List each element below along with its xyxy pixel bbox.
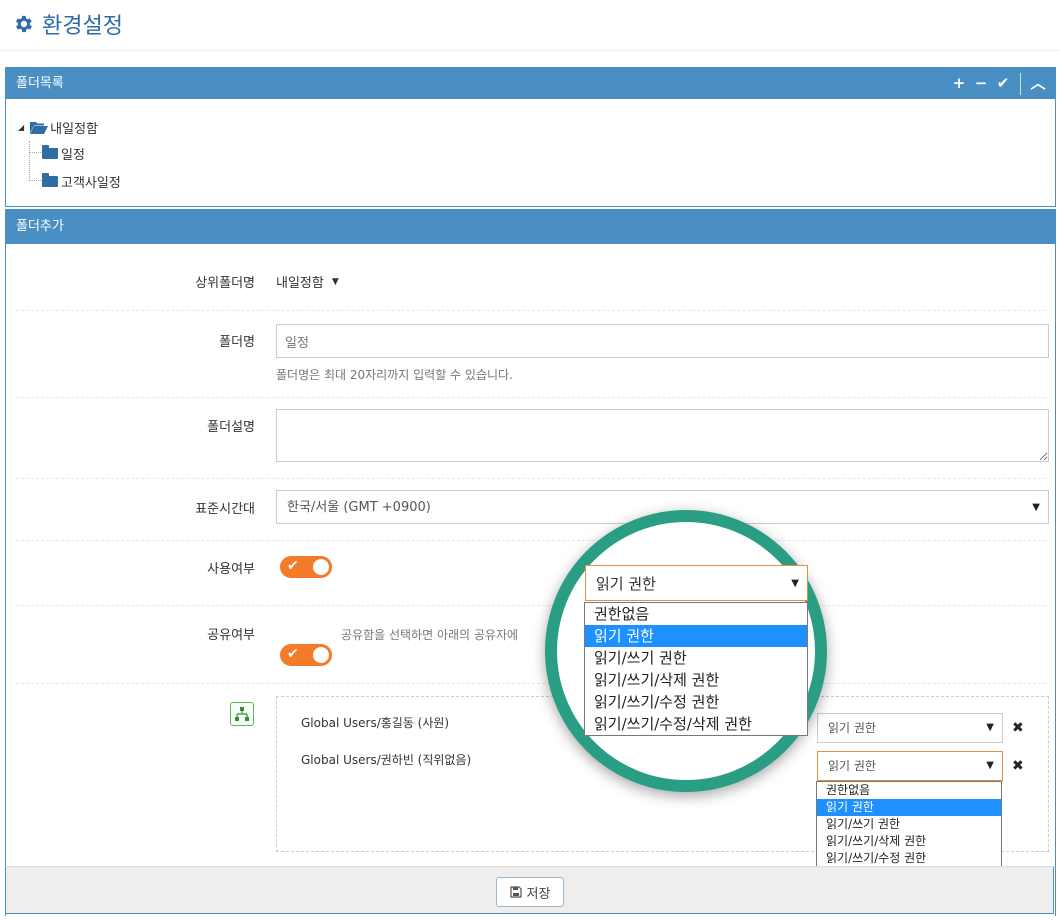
tree-node-child[interactable]: 일정	[42, 144, 85, 163]
zoom-permission-options-list: 권한없음 읽기 권한 읽기/쓰기 권한 읽기/쓰기/삭제 권한 읽기/쓰기/수정…	[584, 602, 808, 736]
minus-icon[interactable]: −	[970, 68, 992, 99]
tree-connector	[29, 152, 43, 153]
sharer-permission-select[interactable]: 읽기 권한 ▼	[817, 751, 1003, 781]
row-divider	[16, 397, 1046, 398]
caret-down-icon: ▼	[791, 578, 799, 589]
parent-folder-label: 상위폴더명	[195, 276, 255, 291]
check-icon[interactable]: ✔	[992, 68, 1014, 99]
sharer-permission-value: 읽기 권한	[828, 721, 876, 735]
tree-expand-icon[interactable]: ◢	[18, 123, 24, 132]
folder-icon	[42, 145, 58, 159]
tree-connector	[29, 141, 31, 181]
page-title: 환경설정	[12, 8, 123, 40]
zoom-permission-option: 권한없음	[594, 605, 650, 623]
tree-node-label: 내일정함	[50, 122, 98, 137]
permission-option[interactable]: 권한없음	[817, 782, 1001, 799]
sharer-permission-value: 읽기 권한	[828, 759, 876, 773]
folder-add-header: 폴더추가	[6, 210, 1055, 244]
permission-option[interactable]: 읽기/쓰기/수정 권한	[817, 850, 1001, 867]
save-button[interactable]: 저장	[496, 877, 564, 907]
folder-description-label: 폴더설명	[207, 420, 255, 435]
share-toggle[interactable]: ✔	[280, 644, 332, 666]
sharer-permission-select[interactable]: 읽기 권한 ▼	[817, 713, 1003, 743]
tree-node-label: 고객사일정	[61, 176, 121, 191]
share-label: 공유여부	[207, 628, 255, 643]
zoom-permission-option: 읽기/쓰기/삭제 권한	[594, 671, 720, 689]
folder-add-title: 폴더추가	[16, 219, 64, 234]
use-label: 사용여부	[207, 562, 255, 577]
save-label: 저장	[526, 886, 551, 902]
share-hint: 공유함을 선택하면 아래의 공유자에	[341, 628, 519, 642]
zoom-permission-option-selected: 읽기 권한	[585, 625, 807, 647]
permission-option-selected[interactable]: 읽기 권한	[817, 799, 1001, 816]
zoom-permission-option: 읽기/쓰기 권한	[594, 649, 687, 667]
tree-node-root[interactable]: ◢ 내일정함	[18, 118, 98, 137]
sharer-name: Global Users/권하빈 (직위없음)	[301, 753, 472, 767]
floppy-disk-icon	[509, 886, 522, 898]
remove-icon[interactable]: ✖	[1012, 758, 1024, 774]
title-divider	[0, 50, 1060, 51]
folder-list-title: 폴더목록	[16, 76, 64, 91]
tool-divider	[1020, 72, 1021, 95]
caret-down-icon: ▼	[331, 276, 339, 287]
row-divider	[16, 310, 1046, 311]
timezone-label: 표준시간대	[195, 502, 255, 517]
parent-folder-value: 내일정함	[276, 276, 324, 291]
folder-list-header: 폴더목록 + − ✔ ︿	[6, 68, 1055, 99]
folder-icon	[42, 173, 58, 187]
tree-node-label: 일정	[61, 148, 85, 163]
caret-down-icon: ▼	[986, 722, 994, 733]
zoom-select-value: 읽기 권한	[596, 575, 656, 593]
gear-icon	[16, 15, 32, 33]
folder-name-hint: 폴더명은 최대 20자리까지 입력할 수 있습니다.	[276, 368, 513, 382]
row-divider	[16, 478, 1046, 479]
plus-icon[interactable]: +	[948, 68, 970, 99]
row-divider	[16, 540, 1046, 541]
sharer-name: Global Users/홍길동 (사원)	[301, 716, 450, 730]
chevron-up-icon[interactable]: ︿	[1027, 68, 1049, 99]
page-title-text: 환경설정	[42, 14, 123, 39]
zoom-permission-option: 읽기/쓰기/수정/삭제 권한	[594, 715, 752, 733]
row-divider	[16, 605, 1046, 606]
parent-folder-select[interactable]: 내일정함 ▼	[276, 272, 339, 291]
permission-option[interactable]: 읽기/쓰기/삭제 권한	[817, 833, 1001, 850]
tree-connector	[29, 180, 43, 181]
folder-name-input[interactable]	[276, 324, 1049, 358]
zoom-permission-option: 읽기/쓰기/수정 권한	[594, 693, 720, 711]
permission-option[interactable]: 읽기/쓰기 권한	[817, 816, 1001, 833]
use-toggle[interactable]: ✔	[280, 556, 332, 578]
caret-down-icon: ▼	[1032, 502, 1040, 513]
org-chart-button[interactable]	[230, 702, 254, 726]
folder-list-panel: 폴더목록 + − ✔ ︿ ◢ 내일정함 일정 고객사일정	[5, 67, 1056, 207]
folder-name-label: 폴더명	[219, 335, 255, 350]
tree-node-child[interactable]: 고객사일정	[42, 172, 121, 191]
folder-description-textarea[interactable]	[276, 409, 1049, 462]
caret-down-icon: ▼	[986, 760, 994, 771]
org-chart-icon	[235, 707, 249, 721]
toggle-knob	[313, 647, 329, 663]
timezone-value: 한국/서울 (GMT +0900)	[287, 500, 431, 515]
check-icon: ✔	[287, 646, 299, 662]
row-divider	[16, 683, 1046, 684]
zoom-permission-select: 읽기 권한 ▼	[585, 565, 808, 601]
folder-open-icon	[30, 122, 49, 134]
check-icon: ✔	[287, 558, 299, 574]
toggle-knob	[313, 559, 329, 575]
remove-icon[interactable]: ✖	[1012, 720, 1024, 736]
